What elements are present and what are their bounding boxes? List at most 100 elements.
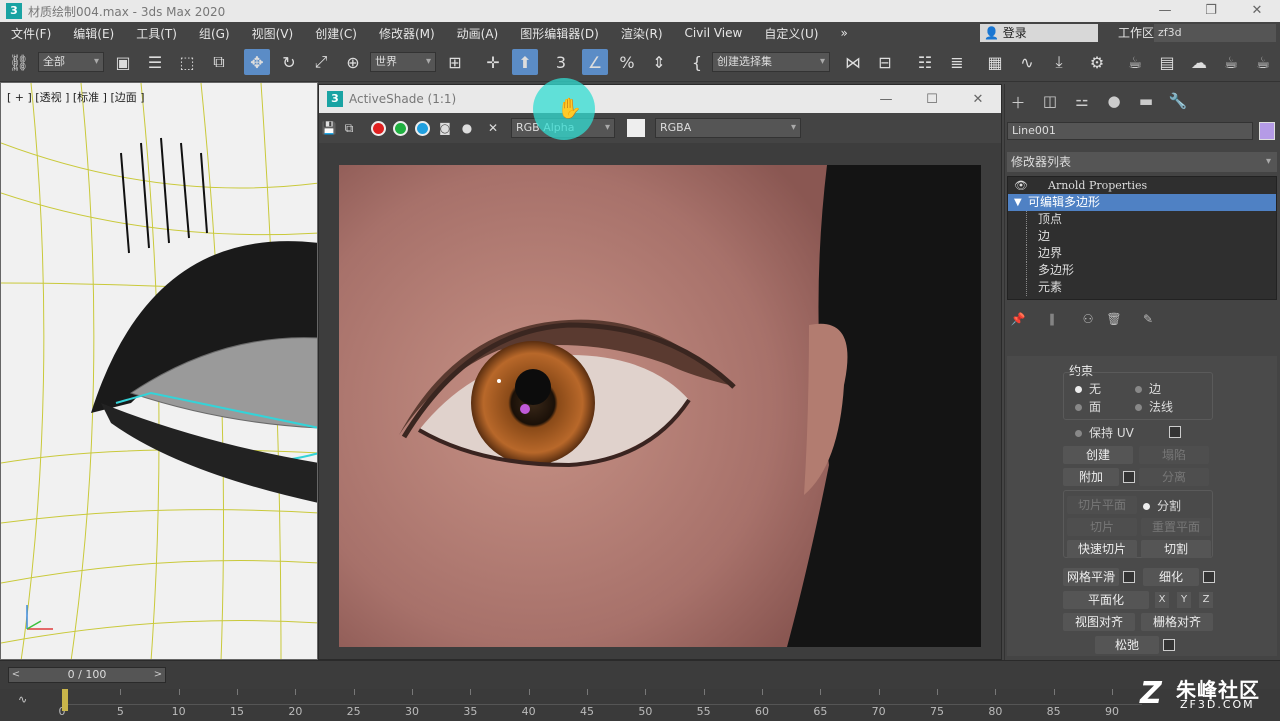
hierarchy-tab-icon[interactable]: ⚍: [1071, 92, 1093, 110]
background-color-swatch[interactable]: [627, 119, 645, 137]
create-button[interactable]: 创建: [1063, 446, 1133, 464]
render-production-icon[interactable]: ☁: [1186, 49, 1212, 75]
selection-filter-dropdown[interactable]: 全部: [38, 52, 104, 72]
grid-align-button[interactable]: 栅格对齐: [1141, 613, 1213, 631]
remove-modifier-icon[interactable]: 🗑: [1105, 312, 1123, 330]
schematic-view-icon[interactable]: ⤓: [1046, 49, 1072, 75]
reset-plane-button[interactable]: 重置平面: [1141, 518, 1211, 536]
select-rotate-icon[interactable]: ↻: [276, 49, 302, 75]
utilities-tab-icon[interactable]: 🔧: [1167, 92, 1189, 110]
constraint-none-radio[interactable]: 无: [1075, 380, 1101, 397]
activeshade-minimize-button[interactable]: —: [863, 92, 909, 107]
meshsmooth-settings-button[interactable]: [1123, 571, 1135, 583]
menu-animation[interactable]: 动画(A): [446, 25, 510, 42]
meshsmooth-button[interactable]: 网格平滑: [1063, 568, 1119, 586]
pivot-center-icon[interactable]: ⊞: [442, 49, 468, 75]
tessellate-settings-button[interactable]: [1203, 571, 1215, 583]
material-editor-icon[interactable]: ⚙: [1084, 49, 1110, 75]
stack-item-editable-poly[interactable]: ▼ 可编辑多边形: [1008, 194, 1276, 211]
angle-snap-icon[interactable]: ∠: [582, 49, 608, 75]
menu-modifiers[interactable]: 修改器(M): [368, 25, 446, 42]
create-tab-icon[interactable]: ＋: [1007, 92, 1029, 112]
select-by-name-icon[interactable]: ☰: [142, 49, 168, 75]
pin-stack-icon[interactable]: 📌: [1009, 312, 1027, 330]
activeshade-render-icon[interactable]: ☕: [1250, 49, 1276, 75]
mirror-icon[interactable]: ⋈: [840, 49, 866, 75]
display-channel-dropdown[interactable]: RGBA: [655, 118, 801, 138]
attach-list-button[interactable]: [1123, 471, 1135, 483]
workspace-dropdown[interactable]: zf3d: [1154, 24, 1276, 42]
keyboard-shortcut-override-icon[interactable]: ⬆: [512, 49, 538, 75]
select-place-icon[interactable]: ⊕: [340, 49, 366, 75]
close-button[interactable]: ✕: [1234, 0, 1280, 22]
menu-overflow-icon[interactable]: »: [829, 26, 858, 40]
timeline-track[interactable]: ∿ 0 5 10 15 20 25 30 35 40 45 50 55 60 65 70 75 80 85 90: [0, 689, 1280, 721]
make-planar-button[interactable]: 平面化: [1063, 591, 1149, 609]
menu-edit[interactable]: 编辑(E): [62, 25, 125, 42]
configure-modifier-sets-icon[interactable]: ✎: [1139, 312, 1157, 330]
scene-explorer-icon[interactable]: ☷: [912, 49, 938, 75]
rendered-frame-window-icon[interactable]: ▤: [1154, 49, 1180, 75]
perspective-viewport[interactable]: [ + ] [透视 ] [标准 ] [边面 ]: [0, 82, 318, 660]
toggle-ribbon-icon[interactable]: ▦: [982, 49, 1008, 75]
monochrome-icon[interactable]: ●: [459, 120, 475, 136]
login-dropdown[interactable]: 👤 登录: [980, 24, 1098, 42]
alpha-channel-icon[interactable]: ◙: [437, 120, 453, 136]
split-checkbox[interactable]: 分割: [1143, 497, 1181, 514]
align-icon[interactable]: ⊟: [872, 49, 898, 75]
modifier-list-dropdown[interactable]: 修改器列表: [1007, 152, 1277, 172]
restore-button[interactable]: ❐: [1188, 0, 1234, 22]
planar-y-button[interactable]: Y: [1177, 592, 1191, 608]
preserve-uv-checkbox[interactable]: 保持 UV: [1075, 424, 1134, 441]
save-image-icon[interactable]: 💾: [321, 120, 337, 136]
time-slider[interactable]: < 0 / 100 >: [8, 667, 166, 683]
relax-settings-button[interactable]: [1163, 639, 1175, 651]
detach-button[interactable]: 分离: [1139, 468, 1209, 486]
stack-item-edge[interactable]: 边: [1008, 228, 1276, 245]
quickslice-button[interactable]: 快速切片: [1067, 540, 1137, 558]
red-channel-toggle[interactable]: [371, 121, 386, 136]
planar-z-button[interactable]: Z: [1199, 592, 1213, 608]
menu-file[interactable]: 文件(F): [0, 25, 62, 42]
ref-coord-dropdown[interactable]: 世界: [370, 52, 436, 72]
modify-tab-icon[interactable]: ◫: [1039, 92, 1061, 110]
menu-civil-view[interactable]: Civil View: [674, 26, 754, 40]
cut-button[interactable]: 切割: [1141, 540, 1211, 558]
select-scale-icon[interactable]: ⤢: [308, 49, 334, 75]
link-icon[interactable]: ⛓: [6, 49, 32, 75]
preserve-uv-settings-button[interactable]: [1169, 426, 1181, 438]
green-channel-toggle[interactable]: [393, 121, 408, 136]
percent-snap-icon[interactable]: %: [614, 49, 640, 75]
display-tab-icon[interactable]: ▬: [1135, 92, 1157, 110]
collapse-button[interactable]: 塌陷: [1139, 446, 1209, 464]
object-color-swatch[interactable]: [1259, 122, 1275, 140]
clear-icon[interactable]: ✕: [485, 120, 501, 136]
stack-item-border[interactable]: 边界: [1008, 245, 1276, 262]
edit-named-selection-icon[interactable]: {: [684, 49, 710, 75]
make-unique-icon[interactable]: ⚇: [1079, 312, 1097, 330]
planar-x-button[interactable]: X: [1155, 592, 1169, 608]
menu-rendering[interactable]: 渲染(R): [610, 25, 674, 42]
layer-explorer-icon[interactable]: ≣: [944, 49, 970, 75]
constraint-normal-radio[interactable]: 法线: [1135, 398, 1173, 415]
slice-plane-button[interactable]: 切片平面: [1067, 496, 1137, 514]
view-align-button[interactable]: 视图对齐: [1063, 613, 1135, 631]
stack-item-vertex[interactable]: 顶点: [1008, 211, 1276, 228]
relax-button[interactable]: 松弛: [1095, 636, 1159, 654]
window-crossing-icon[interactable]: ⧉: [206, 49, 232, 75]
stack-item-polygon[interactable]: 多边形: [1008, 262, 1276, 279]
motion-tab-icon[interactable]: ●: [1103, 92, 1125, 110]
select-move-icon[interactable]: ✥: [244, 49, 270, 75]
minimize-button[interactable]: —: [1142, 0, 1188, 22]
eye-icon[interactable]: 👁: [1014, 177, 1028, 194]
menu-views[interactable]: 视图(V): [241, 25, 305, 42]
spinner-snap-icon[interactable]: ⇕: [646, 49, 672, 75]
menu-customize[interactable]: 自定义(U): [753, 25, 829, 42]
snap-toggle-icon[interactable]: 3: [548, 49, 574, 75]
activeshade-titlebar[interactable]: 3 ActiveShade (1:1) — ☐ ✕: [319, 85, 1001, 113]
show-end-result-icon[interactable]: ∥: [1043, 312, 1061, 330]
copy-image-icon[interactable]: ⧉: [341, 120, 357, 136]
mini-curve-editor-icon[interactable]: ∿: [18, 693, 27, 706]
menu-group[interactable]: 组(G): [188, 25, 241, 42]
render-setup-icon[interactable]: ☕: [1122, 49, 1148, 75]
